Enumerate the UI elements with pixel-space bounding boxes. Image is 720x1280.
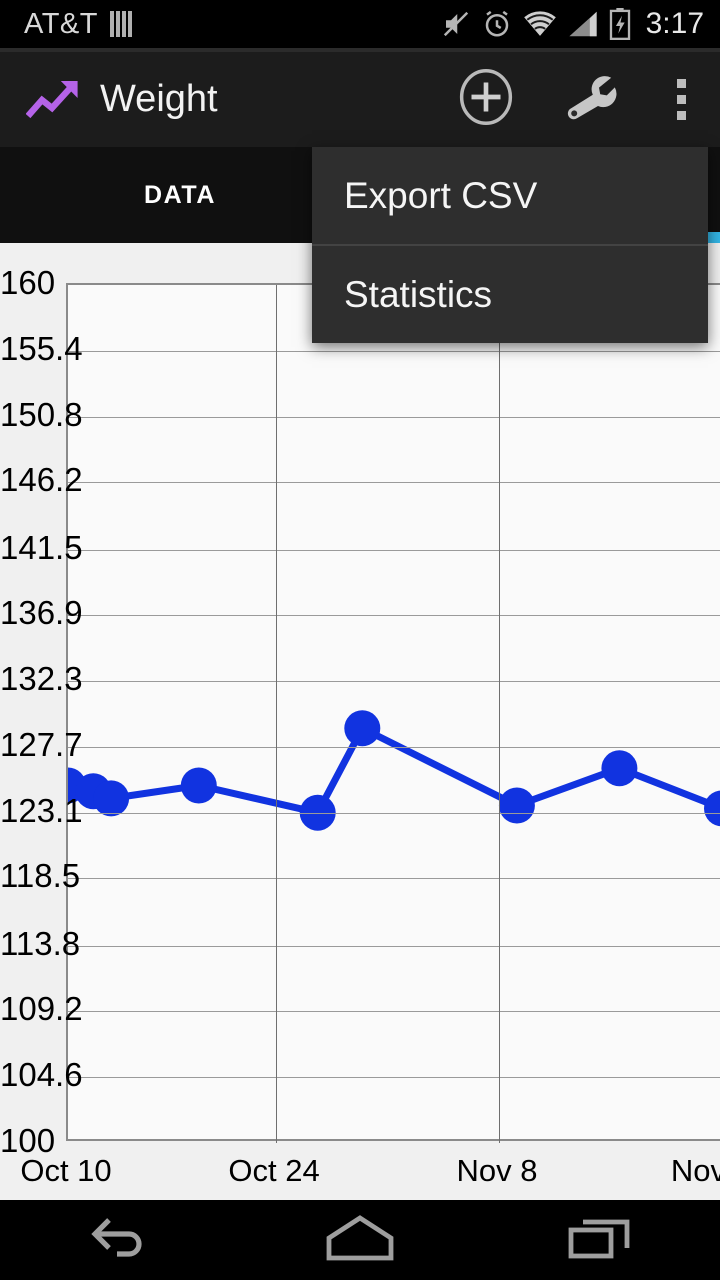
page-title: Weight	[100, 78, 218, 120]
back-button[interactable]	[0, 1200, 240, 1280]
chart-gridline-horizontal	[68, 878, 720, 880]
action-bar-actions	[434, 52, 720, 147]
settings-wrench-button[interactable]	[538, 52, 642, 147]
chart-x-tick-label: Oct 10	[20, 1153, 112, 1188]
chart-y-tick-label: 118.5	[0, 857, 81, 895]
trending-up-chart-icon	[25, 76, 82, 124]
battery-charging-icon	[609, 8, 631, 40]
overflow-menu-button[interactable]	[642, 52, 720, 147]
chart-gridline-horizontal	[68, 416, 720, 418]
chart-gridline-horizontal	[68, 549, 720, 551]
chart-y-tick-label: 132.3	[0, 660, 83, 698]
carrier-label: AT&T	[24, 7, 98, 40]
action-bar: Weight	[0, 52, 720, 147]
tab-data[interactable]: DATA	[0, 147, 360, 243]
overflow-menu-icon	[676, 79, 686, 120]
status-bar-right: 3:17	[441, 7, 720, 41]
wrench-icon	[562, 71, 618, 128]
chart-gridline-vertical	[499, 285, 501, 1143]
chart-gridline-horizontal	[68, 812, 720, 814]
chart-y-tick-label: 123.1	[0, 791, 83, 829]
chart-y-tick-label: 150.8	[0, 395, 83, 433]
chart-y-tick-label: 160	[0, 264, 56, 301]
menu-item-export-csv-label: Export CSV	[344, 174, 538, 216]
chart-data-point[interactable]	[344, 710, 381, 747]
chart-data-point[interactable]	[704, 790, 720, 827]
chart-gridline-horizontal	[68, 350, 720, 352]
status-bar-left: AT&T	[0, 8, 132, 41]
chart-data-point[interactable]	[180, 767, 217, 804]
signal-bars-icon	[109, 11, 132, 37]
chart-gridline-horizontal	[68, 1011, 720, 1013]
home-icon	[323, 1212, 397, 1269]
home-button[interactable]	[240, 1200, 480, 1280]
overflow-dropdown-menu[interactable]: Export CSV Statistics	[312, 147, 708, 343]
chart-y-tick-label: 127.7	[0, 725, 83, 763]
menu-item-export-csv[interactable]: Export CSV	[312, 147, 708, 244]
clock-label: 3:17	[645, 7, 704, 40]
chart-gridline-horizontal	[68, 746, 720, 748]
alarm-icon	[482, 9, 512, 39]
chart-x-tick-label: Oct 24	[228, 1153, 320, 1188]
chart-line-series	[68, 710, 720, 831]
chart-x-tick-label: Nov 23	[670, 1153, 720, 1188]
chart-y-tick-label: 141.5	[0, 528, 83, 566]
chart-gridline-horizontal	[68, 615, 720, 617]
chart-gridline-vertical	[276, 285, 278, 1143]
chart-gridline-horizontal	[68, 945, 720, 947]
chart-gridline-horizontal	[68, 1077, 720, 1079]
recents-icon	[567, 1212, 633, 1269]
chart-data-point[interactable]	[601, 750, 638, 787]
back-icon	[89, 1212, 151, 1269]
chart-plot-area[interactable]	[66, 283, 720, 1143]
chart-container[interactable]: 160 155.4 150.8 146.2 141.5 136.9 132.3 127.7 12…	[0, 243, 720, 1200]
chart-gridline-horizontal	[68, 681, 720, 683]
cellular-signal-icon	[568, 10, 598, 38]
chart-y-tick-label: 146.2	[0, 461, 83, 499]
wifi-icon	[523, 10, 557, 38]
mute-icon	[441, 9, 471, 39]
menu-item-statistics-label: Statistics	[344, 273, 493, 315]
chart-data-point[interactable]	[498, 787, 535, 824]
chart-y-tick-label: 136.9	[0, 594, 83, 632]
menu-item-statistics[interactable]: Statistics	[312, 246, 708, 343]
chart-y-tick-label: 113.8	[0, 924, 81, 962]
recents-button[interactable]	[480, 1200, 720, 1280]
status-bar: AT&T 3:17	[0, 0, 720, 48]
chart-data-point[interactable]	[93, 780, 130, 817]
add-icon	[457, 68, 515, 131]
chart-y-tick-label: 109.2	[0, 990, 83, 1028]
add-button[interactable]	[434, 52, 538, 147]
chart-gridline-horizontal	[68, 482, 720, 484]
chart-y-tick-label: 155.4	[0, 329, 83, 367]
chart-x-tick-label: Nov 8	[456, 1153, 538, 1188]
tab-data-label: DATA	[143, 180, 217, 209]
app-root: AT&T 3:17 Weight DATA 160 155.4 150.8 14…	[0, 0, 720, 1280]
chart-y-tick-label: 104.6	[0, 1056, 83, 1094]
navigation-bar	[0, 1200, 720, 1280]
